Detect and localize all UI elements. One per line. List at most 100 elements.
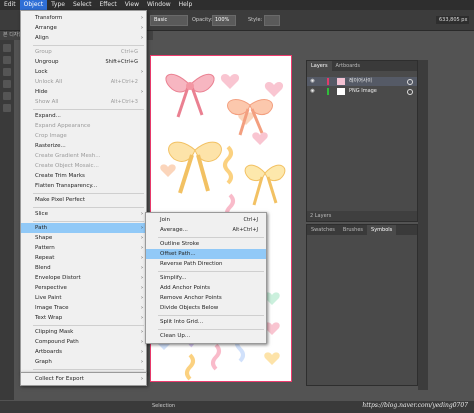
menu-item-label: Offset Path... (160, 251, 196, 257)
menu-item-make-pixel-perfect[interactable]: Make Pixel Perfect (21, 195, 146, 205)
menu-item-simplify[interactable]: Simplify... (146, 273, 266, 283)
menu-item-blend[interactable]: Blend › (21, 263, 146, 273)
menu-item-perspective[interactable]: Perspective › (21, 283, 146, 293)
menu-object[interactable]: Object (19, 0, 48, 10)
menu-item-envelope-distort[interactable]: Envelope Distort › (21, 273, 146, 283)
opacity-value: 100% (215, 17, 230, 23)
menu-help[interactable]: Help (175, 0, 197, 10)
visibility-eye-icon[interactable]: ◉ (310, 77, 315, 86)
menu-item-repeat[interactable]: Repeat › (21, 253, 146, 263)
menu-item-label: Envelope Distort (35, 275, 81, 281)
direct-selection-tool-icon[interactable] (3, 56, 11, 64)
menu-item-outline-stroke[interactable]: Outline Stroke (146, 239, 266, 249)
visibility-eye-icon[interactable]: ◉ (310, 87, 315, 96)
menu-edit[interactable]: Edit (0, 0, 20, 10)
submenu-arrow-icon: › (141, 295, 143, 301)
menu-item-image-trace[interactable]: Image Trace › (21, 303, 146, 313)
menu-item-label: Text Wrap (35, 315, 63, 321)
menu-item-crop-image[interactable]: Crop Image (21, 131, 146, 141)
menu-window[interactable]: Window (143, 0, 175, 10)
menu-item-divide-objects-below[interactable]: Divide Objects Below (146, 303, 266, 313)
menu-item-label: Join (160, 217, 171, 223)
menu-item-transform[interactable]: Transform › (21, 13, 146, 23)
workspace-field[interactable]: 633,805 px (436, 16, 469, 24)
menu-type[interactable]: Type (47, 0, 69, 10)
menu-item-group[interactable]: Group Ctrl+G (21, 47, 146, 57)
menu-item-split-into-grid[interactable]: Split Into Grid... (146, 317, 266, 327)
menu-item-label: Arrange (35, 25, 57, 31)
menu-item-slice[interactable]: Slice › (21, 209, 146, 219)
menu-item-label: Transform (35, 15, 63, 21)
menu-item-arrange[interactable]: Arrange › (21, 23, 146, 33)
status-bar: Selection https://blog.naver.com/yeding0… (0, 401, 474, 413)
menu-item-expand[interactable]: Expand... (21, 111, 146, 121)
style-preset-dropdown[interactable]: Basic (150, 15, 188, 26)
layer-name: 레이어사이 (349, 78, 373, 84)
menu-item-graph[interactable]: Graph › (21, 357, 146, 367)
menu-item-label: Lock (35, 69, 48, 75)
menu-item-offset-path[interactable]: Offset Path... (146, 249, 266, 259)
tab-artboards[interactable]: Artboards (332, 61, 364, 71)
menu-item-hide[interactable]: Hide › (21, 87, 146, 97)
type-tool-icon[interactable] (3, 80, 11, 88)
menu-bar: Edit Object Type Select Effect View Wind… (0, 0, 474, 10)
brush-tool-icon[interactable] (3, 104, 11, 112)
opacity-field[interactable]: 100% (212, 15, 236, 26)
menu-item-clean-up[interactable]: Clean Up... (146, 331, 266, 341)
tab-brushes[interactable]: Brushes (339, 225, 367, 235)
menu-divider (33, 325, 144, 326)
menu-item-create-gradient-mesh[interactable]: Create Gradient Mesh... (21, 151, 146, 161)
menu-item-compound-path[interactable]: Compound Path › (21, 337, 146, 347)
menu-item-clipping-mask[interactable]: Clipping Mask › (21, 327, 146, 337)
menu-item-remove-anchor-points[interactable]: Remove Anchor Points (146, 293, 266, 303)
menu-item-average[interactable]: Average... Alt+Ctrl+J (146, 225, 266, 235)
target-circle-icon[interactable] (407, 89, 413, 95)
tab-layers[interactable]: Layers (307, 61, 332, 71)
symbols-panel-tabs: Swatches Brushes Symbols (307, 225, 417, 235)
menu-effect[interactable]: Effect (95, 0, 120, 10)
menu-item-add-anchor-points[interactable]: Add Anchor Points (146, 283, 266, 293)
menu-item-align[interactable]: Align › (21, 33, 146, 43)
menu-item-flatten-transparency[interactable]: Flatten Transparency... (21, 181, 146, 191)
menu-item-reverse-path-direction[interactable]: Reverse Path Direction (146, 259, 266, 269)
menu-item-live-paint[interactable]: Live Paint › (21, 293, 146, 303)
menu-item-label: Divide Objects Below (160, 305, 219, 311)
menu-item-expand-appearance[interactable]: Expand Appearance (21, 121, 146, 131)
menu-item-path[interactable]: Path › (21, 223, 146, 233)
menu-item-ungroup[interactable]: Ungroup Shift+Ctrl+G (21, 57, 146, 67)
menu-item-text-wrap[interactable]: Text Wrap › (21, 313, 146, 323)
menu-item-lock[interactable]: Lock › (21, 67, 146, 77)
layer-row[interactable]: ◉ 레이어사이 (307, 77, 417, 86)
style-swatch[interactable] (264, 15, 280, 26)
selection-tool-icon[interactable] (3, 44, 11, 52)
menu-item-unlock-all[interactable]: Unlock All Alt+Ctrl+2 (21, 77, 146, 87)
tab-symbols[interactable]: Symbols (367, 225, 397, 235)
pen-tool-icon[interactable] (3, 68, 11, 76)
shape-tool-icon[interactable] (3, 92, 11, 100)
menu-item-rasterize[interactable]: Rasterize... (21, 141, 146, 151)
menu-item-join[interactable]: Join Ctrl+J (146, 215, 266, 225)
submenu-arrow-icon: › (141, 329, 143, 335)
menu-item-artboards[interactable]: Artboards › (21, 347, 146, 357)
menu-item-create-trim-marks[interactable]: Create Trim Marks (21, 171, 146, 181)
menu-item-shortcut: Ctrl+J (243, 217, 258, 223)
menu-view[interactable]: View (121, 0, 143, 10)
blog-watermark: https://blog.naver.com/yeding0707 (362, 402, 468, 409)
menu-item-label: Unlock All (35, 79, 63, 85)
menu-item-create-object-mosaic[interactable]: Create Object Mosaic... (21, 161, 146, 171)
menu-select[interactable]: Select (69, 0, 96, 10)
symbols-panel: Swatches Brushes Symbols (306, 224, 418, 386)
menu-item-collect-for-export[interactable]: Collect For Export › (21, 374, 146, 384)
layer-row[interactable]: ◉ PNG Image (307, 87, 417, 96)
submenu-arrow-icon: › (141, 255, 143, 261)
tab-swatches[interactable]: Swatches (307, 225, 339, 235)
submenu-arrow-icon: › (141, 89, 143, 95)
menu-item-pattern[interactable]: Pattern › (21, 243, 146, 253)
submenu-arrow-icon: › (141, 225, 143, 231)
target-circle-icon[interactable] (407, 79, 413, 85)
object-menu: Transform › Arrange › Align › Group Ctrl+G U… (20, 10, 147, 374)
menu-item-show-all[interactable]: Show All Alt+Ctrl+3 (21, 97, 146, 107)
menu-item-shape[interactable]: Shape › (21, 233, 146, 243)
menu-divider (33, 207, 144, 208)
menu-item-label: Perspective (35, 285, 67, 291)
